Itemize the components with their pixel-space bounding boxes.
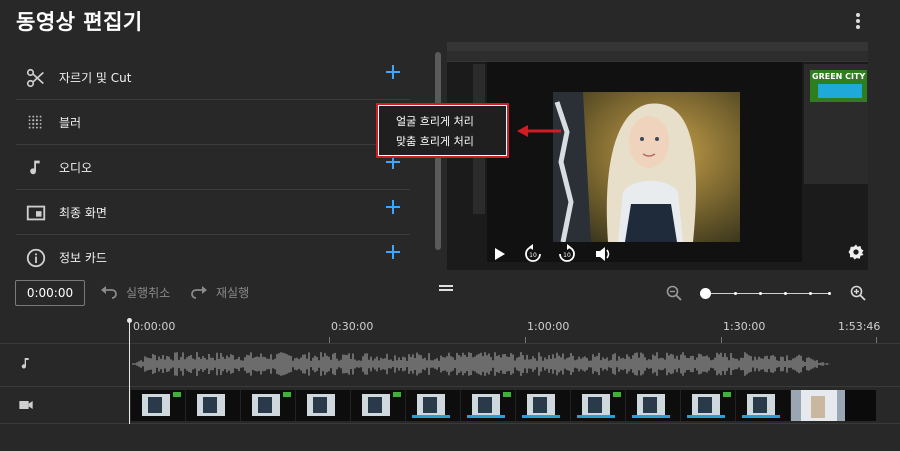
audio-waveform	[132, 352, 830, 376]
gear-icon[interactable]	[847, 243, 865, 261]
playhead-handle[interactable]	[127, 318, 132, 323]
ruler-tick-label: 0:00:00	[133, 320, 176, 333]
feature-label: 최종 화면	[59, 206, 107, 220]
video-camera-icon	[19, 401, 33, 409]
menu-item-custom-blur[interactable]: 맞춤 흐리게 처리	[396, 133, 474, 149]
blur-grid-icon	[28, 115, 42, 129]
scissors-icon	[26, 68, 44, 88]
timeline-toolbar: 0:00:00 실행취소 재실행	[0, 270, 900, 314]
music-note-icon	[21, 358, 29, 369]
time-input[interactable]: 0:00:00	[15, 280, 85, 306]
zoom-slider-track[interactable]	[704, 292, 831, 295]
video-thumbnail-strip[interactable]	[131, 390, 876, 421]
svg-text:10: 10	[529, 252, 537, 259]
video-thumbnail	[241, 390, 296, 421]
ruler-tick-label: 1:00:00	[527, 320, 570, 333]
feature-panel: 자르기 및 Cut 블러 오디오 최종 화면 정보 카드	[0, 46, 446, 270]
feature-row-end-screen[interactable]: 최종 화면	[16, 190, 410, 235]
preview-logo-bar	[818, 84, 862, 98]
ruler-tick-label: 0:30:00	[331, 320, 374, 333]
video-thumbnail	[296, 390, 351, 421]
feature-label: 블러	[59, 116, 82, 130]
ruler-tick-label: 1:30:00	[723, 320, 766, 333]
play-icon[interactable]	[491, 242, 509, 266]
video-thumbnail	[571, 390, 626, 421]
rewind-10-icon[interactable]: 10	[523, 242, 543, 266]
blur-options-menu: 얼굴 흐리게 처리 맞춤 흐리게 처리	[376, 103, 509, 158]
video-strip-end	[845, 390, 876, 421]
video-thumbnail	[351, 390, 406, 421]
page-title: 동영상 편집기	[16, 10, 143, 34]
editor-header: 동영상 편집기	[0, 0, 900, 42]
forward-10-icon[interactable]: 10	[557, 242, 577, 266]
add-info-card-button[interactable]	[386, 245, 400, 259]
feature-label: 오디오	[59, 161, 93, 175]
playhead[interactable]	[129, 320, 130, 424]
video-thumbnail	[791, 390, 851, 421]
video-thumbnail	[131, 390, 186, 421]
feature-label: 자르기 및 Cut	[59, 71, 132, 85]
add-trim-button[interactable]	[386, 65, 400, 79]
preview-logo-banner: GREEN CITY	[810, 70, 867, 102]
undo-icon[interactable]	[100, 285, 118, 299]
feature-row-blur[interactable]: 블러	[16, 100, 410, 145]
ruler-tick-label: 1:53:46	[838, 320, 881, 333]
video-thumbnail	[461, 390, 516, 421]
video-thumbnail	[516, 390, 571, 421]
feature-row-audio[interactable]: 오디오	[16, 145, 410, 190]
redo-button[interactable]: 재실행	[216, 284, 249, 301]
menu-item-face-blur[interactable]: 얼굴 흐리게 처리	[396, 113, 474, 129]
music-note-icon	[30, 160, 40, 175]
add-end-screen-button[interactable]	[386, 200, 400, 214]
zoom-in-icon[interactable]	[850, 285, 866, 301]
timeline-ruler[interactable]: 0:00:00 0:30:00 1:00:00 1:30:00 1:53:46	[0, 314, 900, 344]
waveform-path	[132, 352, 830, 376]
undo-button[interactable]: 실행취소	[126, 284, 170, 301]
feature-row-trim[interactable]: 자르기 및 Cut	[16, 55, 410, 100]
video-thumbnail	[736, 390, 791, 421]
video-preview[interactable]: GREEN CITY 10 10	[447, 42, 868, 270]
video-thumbnail	[681, 390, 736, 421]
end-screen-icon	[26, 205, 46, 221]
zoom-slider-knob[interactable]	[700, 288, 711, 299]
info-icon	[26, 248, 46, 268]
svg-text:10: 10	[563, 252, 571, 259]
annotation-arrow-icon	[517, 125, 561, 137]
video-thumbnail	[406, 390, 461, 421]
preview-app-optionsbar	[447, 51, 868, 61]
zoom-out-icon[interactable]	[666, 285, 682, 301]
resize-handle-icon[interactable]	[439, 285, 453, 291]
preview-logo-text: GREEN CITY	[812, 72, 866, 81]
more-vert-icon[interactable]	[851, 10, 865, 32]
preview-photo	[553, 92, 740, 242]
feature-row-info-cards[interactable]: 정보 카드	[16, 235, 410, 270]
redo-icon[interactable]	[190, 285, 208, 299]
volume-icon[interactable]	[593, 242, 613, 266]
feature-label: 정보 카드	[59, 251, 107, 265]
video-thumbnail	[186, 390, 241, 421]
video-thumbnail	[626, 390, 681, 421]
